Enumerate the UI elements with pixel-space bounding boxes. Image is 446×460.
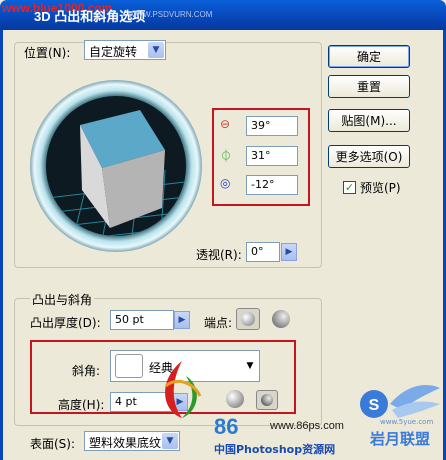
logo-swoosh-icon — [164, 361, 202, 418]
position-select-value: 自定旋转 — [89, 45, 138, 59]
chevron-down-icon: ▼ — [242, 358, 258, 374]
preview-label: 预览(P) — [360, 181, 401, 195]
watermark-5yue-site: www.5yue.com — [380, 418, 434, 426]
bevel-shape-icon — [115, 354, 143, 378]
more-options-button[interactable]: 更多选项(O) — [328, 145, 410, 168]
extrude-depth-arrow-icon[interactable]: ▶ — [174, 311, 190, 329]
extrude-depth-field[interactable]: 50 pt — [110, 310, 174, 330]
perspective-arrow-icon[interactable]: ▶ — [281, 243, 297, 261]
extrude-group-label: 凸出与斜角 — [30, 291, 95, 308]
reset-button[interactable]: 重置 — [328, 75, 410, 98]
ok-button[interactable]: 确定 — [328, 45, 410, 68]
perspective-label: 透视(R): — [196, 248, 242, 262]
watermark-5yue: S 岩月联盟 www.5yue.com — [352, 374, 442, 456]
watermark-logo-86 — [152, 356, 212, 426]
cap-on-button[interactable] — [236, 308, 260, 330]
chevron-down-icon: ▼ — [162, 433, 178, 449]
surface-label: 表面(S): — [30, 437, 76, 451]
watermark-5yue-text: 岩月联盟 — [370, 430, 431, 448]
height-label: 高度(H): — [58, 398, 105, 412]
watermark-86ps-cn: 中国Photoshop资源网 — [214, 443, 336, 456]
watermark-site-2: WWW.PSDVURN.COM — [128, 10, 213, 19]
rotate-z-icon: ◎ — [220, 176, 231, 190]
extrude-depth-label: 凸出厚度(D): — [30, 316, 101, 330]
cap-off-icon[interactable] — [272, 310, 290, 328]
title-bar: www.blue1000.com 3D 凸出和斜角选项 WWW.PSDVURN.… — [0, 0, 446, 30]
rotate-z-field[interactable]: -12° — [246, 175, 298, 195]
perspective-field[interactable]: 0° — [246, 242, 280, 262]
preview-checkbox[interactable]: ✓ — [343, 181, 356, 194]
map-button[interactable]: 贴图(M)... — [328, 109, 410, 132]
rotate-y-field[interactable]: 31° — [246, 146, 298, 166]
surface-select-value: 塑料效果底纹 — [89, 436, 162, 450]
rotation-preview-track[interactable] — [30, 80, 202, 252]
bevel-out-icon[interactable] — [226, 390, 244, 408]
svg-text:S: S — [369, 397, 380, 414]
watermark-86ps-site: www.86ps.com — [270, 420, 344, 432]
bevel-label: 斜角: — [72, 364, 101, 378]
bevel-in-icon — [261, 394, 273, 406]
position-select[interactable]: 自定旋转 ▼ — [84, 40, 166, 60]
cap-label: 端点: — [204, 316, 233, 330]
bevel-in-button[interactable] — [256, 390, 278, 410]
chevron-down-icon: ▼ — [148, 42, 164, 58]
position-label: 位置(N): — [24, 46, 71, 60]
watermark-86: 86 — [214, 414, 239, 439]
surface-select[interactable]: 塑料效果底纹 ▼ — [84, 431, 180, 451]
cap-on-icon — [241, 312, 255, 326]
rotate-x-field[interactable]: 39° — [246, 116, 298, 136]
rotate-y-icon: ⏀ — [220, 149, 233, 163]
rotate-x-icon: ⊖ — [220, 117, 231, 131]
